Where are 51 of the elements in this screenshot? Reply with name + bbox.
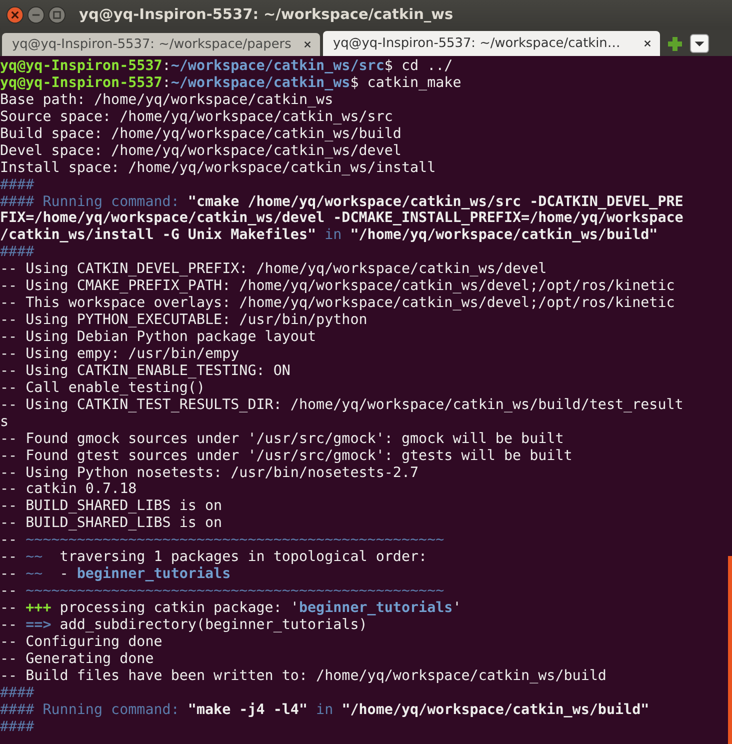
terminal-line: Install space: /home/yq/workspace/catkin_ws/install — [0, 160, 436, 177]
terminal-line: -- ~~ - beginner_tutorials — [0, 566, 231, 584]
close-icon[interactable] — [303, 40, 312, 49]
terminal-line: -- Found gmock sources under '/usr/src/gmock': gmock will be built — [0, 430, 564, 448]
terminal-line: -- Using CMAKE_PREFIX_PATH: /home/yq/workspace/catkin_ws/devel;/opt/ros/kinetic — [0, 278, 675, 296]
terminal-line: #### — [0, 684, 34, 702]
terminal-line: -- Build files have been written to: /home/yq/workspace/catkin_ws/build — [0, 668, 606, 685]
terminal-line: -- Using Debian Python package layout — [0, 329, 316, 346]
terminal-line: Source space: /home/yq/workspace/catkin_ws/src — [0, 108, 393, 126]
terminal-line: -- Using Python nosetests: /usr/bin/nosetests-2.7 — [0, 464, 419, 482]
terminal-line: Base path: /home/yq/workspace/catkin_ws — [0, 92, 334, 109]
terminal-line: -- Using PYTHON_EXECUTABLE: /usr/bin/python — [0, 312, 368, 329]
minimize-button[interactable] — [27, 6, 45, 24]
terminal-line: #### Running command: "make -j4 -l4" in "/home/yq/workspace/catkin_ws/build" — [0, 702, 650, 719]
terminal-line: Build space: /home/yq/workspace/catkin_ws/build — [0, 126, 402, 143]
tab-menu-button[interactable] — [690, 34, 709, 53]
terminal-line: FIX=/home/yq/workspace/catkin_ws/devel -DCMAKE_INSTALL_PREFIX=/home/yq/workspace — [0, 210, 684, 228]
terminal-line: #### — [0, 244, 34, 262]
terminal-line: Devel space: /home/yq/workspace/catkin_ws/devel — [0, 142, 402, 160]
terminal-line: /catkin_ws/install -G Unix Makefiles" in "/home/yq/workspace/catkin_ws/build" — [0, 227, 658, 244]
scrollbar[interactable] — [728, 556, 732, 744]
terminal-line: #### — [0, 176, 34, 194]
terminal-line: -- Using empy: /usr/bin/empy — [0, 346, 240, 363]
terminal-line: -- ~~~~~~~~~~~~~~~~~~~~~~~~~~~~~~~~~~~~~~~~~~~~~~~~~ — [0, 532, 444, 550]
maximize-button[interactable] — [48, 6, 66, 24]
terminal-line: -- Using CATKIN_ENABLE_TESTING: ON — [0, 362, 290, 380]
terminal-line: -- Call enable_testing() — [0, 380, 205, 397]
terminal-line: -- This workspace overlays: /home/yq/workspace/catkin_ws/devel;/opt/ros/kinetic — [0, 295, 675, 312]
terminal-line: #### — [0, 718, 34, 736]
terminal-line: -- catkin 0.7.18 — [0, 481, 137, 498]
terminal-line: -- Using CATKIN_DEVEL_PREFIX: /home/yq/workspace/catkin_ws/devel — [0, 261, 547, 278]
terminal-tab[interactable]: yq@yq-Inspiron-5537: ~/workspace/papers — [2, 33, 320, 56]
terminal-line: -- Found gtest sources under '/usr/src/gmock': gtests will be built — [0, 448, 572, 464]
terminal-line: s — [0, 414, 9, 431]
terminal-line: -- Configuring done — [0, 634, 162, 651]
terminal-line: yq@yq-Inspiron-5537:~/workspace/catkin_ws/src$ cd ../ — [0, 58, 453, 75]
terminal-line: -- BUILD_SHARED_LIBS is on — [0, 498, 222, 516]
terminal-line: -- ~~ traversing 1 packages in topological order: — [0, 549, 428, 566]
terminal-line: -- Generating done — [0, 650, 154, 668]
terminal-line: #### Running command: "cmake /home/yq/workspace/catkin_ws/src -DCATKIN_DEVEL_PRE — [0, 194, 684, 210]
close-button[interactable] — [6, 6, 24, 24]
terminal-line: yq@yq-Inspiron-5537:~/workspace/catkin_ws$ catkin_make — [0, 74, 462, 92]
close-icon[interactable] — [643, 39, 652, 48]
window-title: yq@yq-Inspiron-5537: ~/workspace/catkin_ws — [79, 7, 454, 23]
terminal-line: -- BUILD_SHARED_LIBS is on — [0, 515, 222, 532]
terminal-line: -- ==> add_subdirectory(beginner_tutorials) — [0, 616, 368, 634]
terminal-line: -- Using CATKIN_TEST_RESULTS_DIR: /home/yq/workspace/catkin_ws/build/test_result — [0, 396, 684, 414]
terminal-line: -- +++ processing catkin package: 'beginner_tutorials' — [0, 600, 462, 617]
new-tab-icon[interactable] — [665, 34, 685, 54]
terminal-tab[interactable]: yq@yq-Inspiron-5537: ~/workspace/catkin… — [323, 31, 660, 56]
terminal-line: -- ~~~~~~~~~~~~~~~~~~~~~~~~~~~~~~~~~~~~~~~~~~~~~~~~~ — [0, 583, 444, 600]
